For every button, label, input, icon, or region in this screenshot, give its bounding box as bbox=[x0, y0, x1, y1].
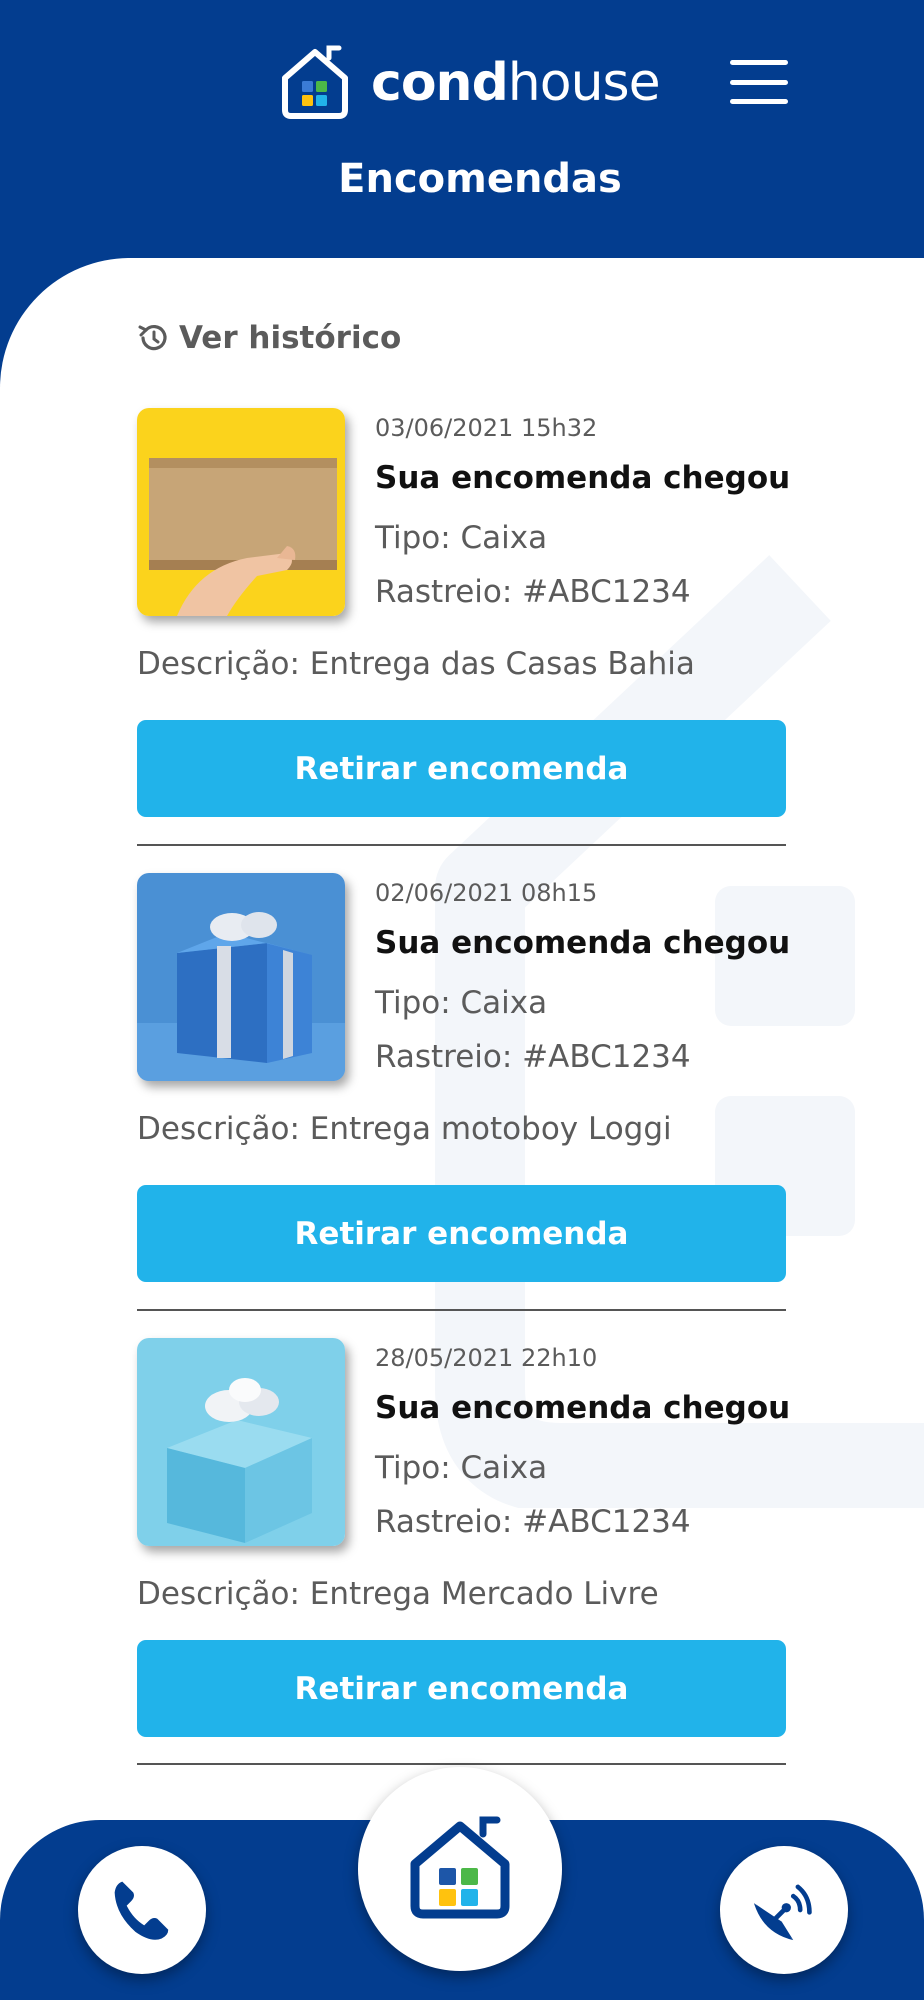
house-logo-icon bbox=[282, 45, 348, 119]
divider bbox=[137, 844, 786, 846]
package-description: Descrição: Entrega Mercado Livre bbox=[137, 1576, 659, 1612]
package-date: 28/05/2021 22h10 bbox=[375, 1344, 598, 1372]
satellite-dish-icon bbox=[753, 1884, 812, 1941]
package-tracking: Rastreio: #ABC1234 bbox=[375, 1504, 691, 1540]
package-title: Sua encomenda chegou bbox=[375, 460, 791, 496]
condhouse-logo: condhouse bbox=[277, 44, 661, 122]
history-link-label: Ver histórico bbox=[179, 320, 402, 356]
history-link[interactable]: Ver histórico bbox=[137, 320, 401, 356]
package-type: Tipo: Caixa bbox=[375, 985, 548, 1021]
history-icon bbox=[138, 324, 167, 351]
light-blue-gift-photo bbox=[137, 1338, 345, 1546]
package-title: Sua encomenda chegou bbox=[375, 1390, 791, 1426]
package-tracking: Rastreio: #ABC1234 bbox=[375, 1039, 691, 1075]
app-header: condhouse Encomendas bbox=[0, 0, 924, 300]
main-content: Ver histórico 03/06/2021 15h32 Sua encom… bbox=[0, 258, 924, 2000]
retirar-encomenda-button[interactable]: Retirar encomenda bbox=[137, 1185, 786, 1282]
package-date: 02/06/2021 08h15 bbox=[375, 879, 598, 907]
package-date: 03/06/2021 15h32 bbox=[375, 414, 598, 442]
condhouse-home-icon bbox=[410, 1816, 510, 1919]
package-description: Descrição: Entrega das Casas Bahia bbox=[137, 646, 695, 682]
package-description: Descrição: Entrega motoboy Loggi bbox=[137, 1111, 672, 1147]
retirar-encomenda-button[interactable]: Retirar encomenda bbox=[137, 1640, 786, 1737]
cardboard-box-photo bbox=[137, 408, 345, 616]
satellite-button[interactable] bbox=[720, 1846, 848, 1974]
phone-button[interactable] bbox=[78, 1846, 206, 1974]
package-type: Tipo: Caixa bbox=[375, 1450, 548, 1486]
divider bbox=[137, 1309, 786, 1311]
home-button[interactable] bbox=[358, 1767, 562, 1971]
divider bbox=[137, 1763, 786, 1765]
hamburger-menu-icon[interactable] bbox=[730, 60, 788, 104]
retirar-encomenda-button[interactable]: Retirar encomenda bbox=[137, 720, 786, 817]
package-type: Tipo: Caixa bbox=[375, 520, 548, 556]
brand-name: condhouse bbox=[371, 53, 661, 113]
blue-gift-box-photo bbox=[137, 873, 345, 1081]
package-tracking: Rastreio: #ABC1234 bbox=[375, 574, 691, 610]
phone-icon bbox=[114, 1881, 169, 1940]
package-title: Sua encomenda chegou bbox=[375, 925, 791, 961]
page-title: Encomendas bbox=[338, 156, 622, 202]
